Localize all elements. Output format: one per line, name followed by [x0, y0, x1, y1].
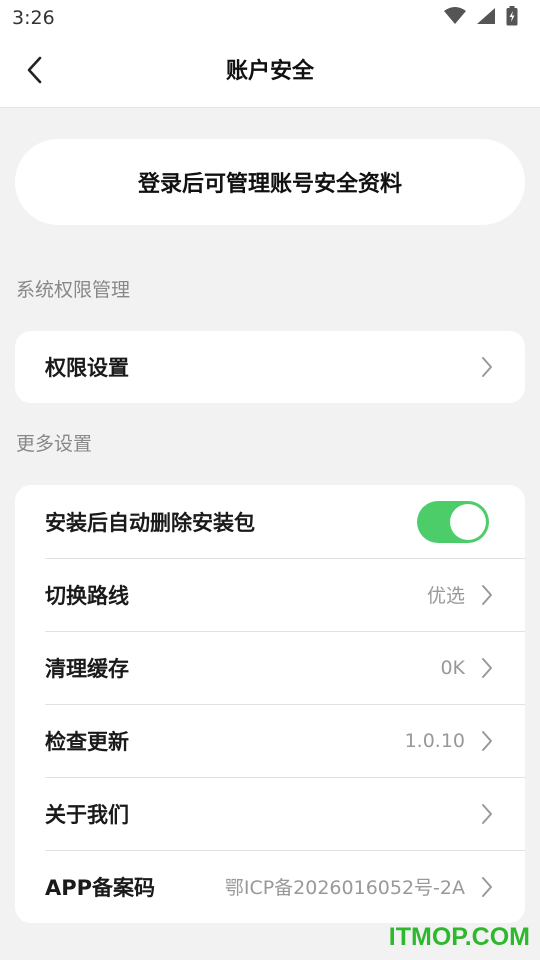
chevron-right-icon — [479, 729, 495, 753]
row-label: 检查更新 — [45, 729, 129, 754]
auto-delete-toggle[interactable] — [417, 500, 489, 543]
row-value: 1.0.10 — [404, 729, 465, 752]
row-app-filing-code[interactable]: APP备案码 鄂ICP备2026016052号-2A — [15, 850, 525, 923]
row-label: 切换路线 — [45, 583, 129, 608]
row-label: 清理缓存 — [45, 656, 129, 681]
chevron-right-icon — [479, 875, 495, 899]
row-label: 安装后自动删除安装包 — [45, 510, 255, 535]
row-auto-delete-package: 安装后自动删除安装包 — [15, 485, 525, 558]
status-time: 3:26 — [12, 7, 55, 29]
cellular-signal-icon — [476, 7, 496, 29]
row-permission-settings[interactable]: 权限设置 — [15, 331, 525, 403]
row-label: 权限设置 — [45, 356, 129, 380]
section-header-permissions: 系统权限管理 — [16, 279, 131, 301]
row-label: 关于我们 — [45, 802, 129, 827]
row-label: APP备案码 — [45, 875, 156, 900]
toggle-knob — [450, 503, 486, 540]
section-header-more: 更多设置 — [16, 433, 93, 455]
login-prompt-label: 登录后可管理账号安全资料 — [137, 172, 402, 197]
row-check-update[interactable]: 检查更新 1.0.10 — [15, 704, 525, 777]
row-clear-cache[interactable]: 清理缓存 0K — [15, 631, 525, 704]
login-prompt-button[interactable]: 登录后可管理账号安全资料 — [15, 139, 525, 225]
battery-charging-icon — [506, 6, 518, 30]
row-about-us[interactable]: 关于我们 — [15, 777, 525, 850]
wifi-icon — [444, 7, 466, 29]
chevron-right-icon — [479, 802, 495, 826]
page-title: 账户安全 — [225, 59, 314, 84]
status-bar: 3:26 — [0, 0, 540, 36]
status-icons — [444, 6, 518, 30]
row-value: 优选 — [426, 585, 465, 607]
permissions-card: 权限设置 — [15, 331, 525, 403]
row-value: 0K — [440, 656, 465, 679]
chevron-right-icon — [479, 656, 495, 680]
more-settings-card: 安装后自动删除安装包 切换路线 优选 清理缓存 0K 检查更新 1.0.10 关… — [15, 485, 525, 923]
row-value: 鄂ICP备2026016052号-2A — [224, 877, 465, 899]
row-switch-route[interactable]: 切换路线 优选 — [15, 558, 525, 631]
chevron-right-icon — [479, 355, 495, 379]
navigation-bar: 账户安全 — [0, 36, 540, 108]
watermark-logo: ITMOP.COM — [388, 923, 530, 951]
chevron-right-icon — [479, 583, 495, 607]
